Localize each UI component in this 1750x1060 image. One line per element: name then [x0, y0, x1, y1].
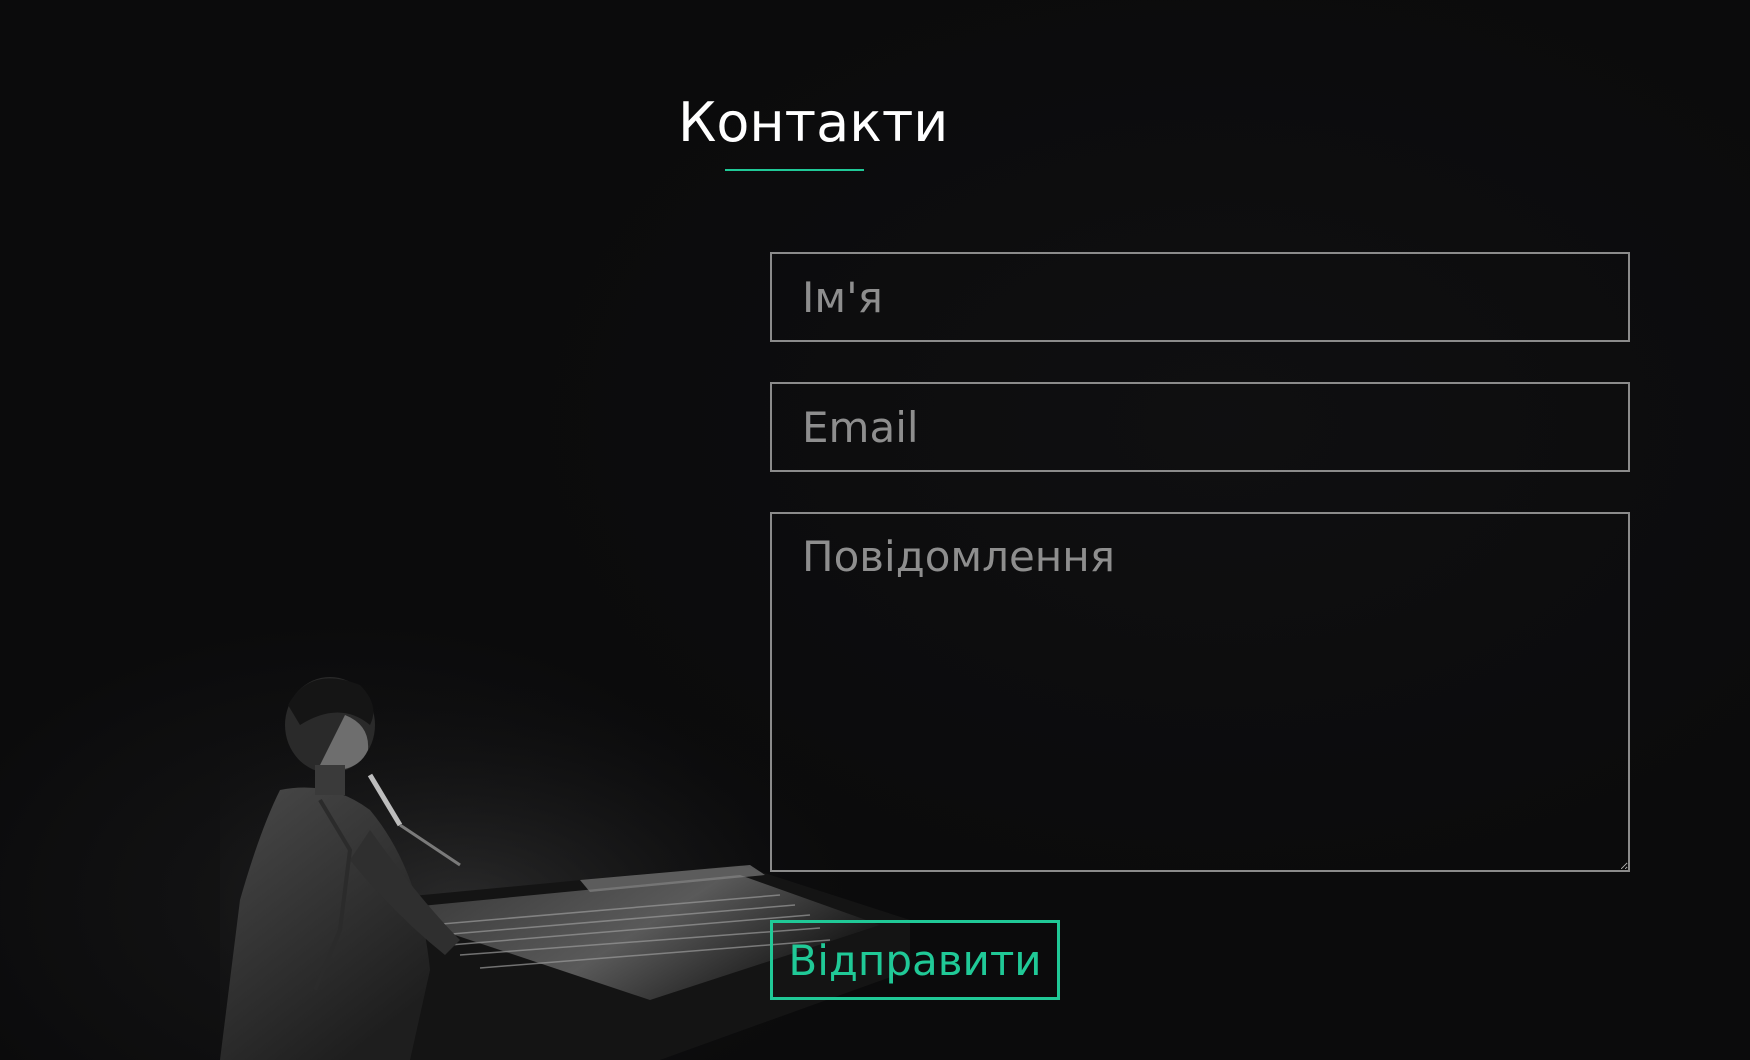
title-underline	[725, 169, 864, 171]
message-textarea[interactable]	[770, 512, 1630, 872]
submit-button[interactable]: Відправити	[770, 920, 1060, 1000]
section-title: Контакти	[678, 91, 949, 154]
email-input[interactable]	[770, 382, 1630, 472]
name-input[interactable]	[770, 252, 1630, 342]
